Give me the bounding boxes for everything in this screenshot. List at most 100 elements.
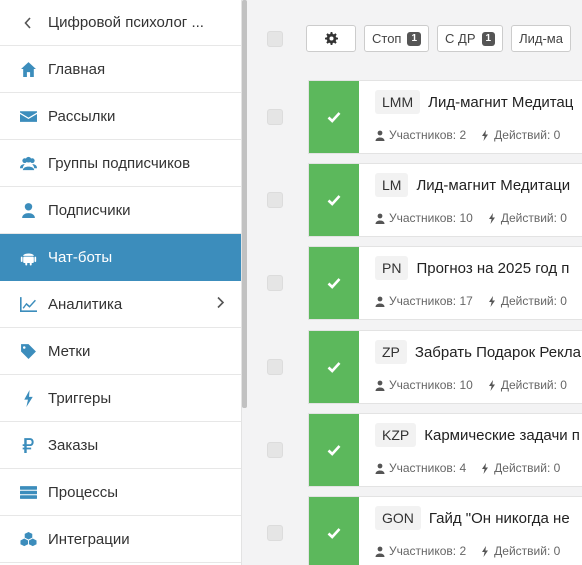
- chatbot-name[interactable]: Лид-магнит Медитаци: [416, 177, 570, 194]
- sidebar-back-link[interactable]: Цифровой психолог ...: [0, 0, 241, 46]
- bolt-icon: [488, 212, 495, 224]
- user-icon: [375, 296, 385, 307]
- chatbot-card[interactable]: ZP Забрать Подарок Рекла Участников: 10 …: [308, 330, 582, 404]
- filter-dr-button[interactable]: С ДР 1: [437, 25, 504, 52]
- check-icon: [327, 445, 341, 456]
- filter-stop-count: 1: [407, 31, 422, 46]
- row-checkbox[interactable]: [267, 275, 283, 291]
- row-checkbox[interactable]: [267, 525, 283, 541]
- check-icon: [327, 112, 341, 123]
- filter-dr-count: 1: [481, 31, 496, 46]
- sidebar-item-label: Процессы: [48, 483, 119, 501]
- participants-text: Участников: 2: [389, 544, 467, 558]
- chatbot-name[interactable]: Прогноз на 2025 год п: [416, 260, 569, 277]
- chatbot-title: ZP Забрать Подарок Рекла: [375, 340, 581, 364]
- chatbot-stats: Участников: 10 Действий: 0: [375, 211, 581, 225]
- chevron-left-icon: [18, 16, 38, 29]
- user-icon: [375, 380, 385, 391]
- sidebar-item-label: Аналитика: [48, 295, 123, 313]
- sidebar-item-triggers[interactable]: Триггеры: [0, 375, 241, 422]
- chatbot-code: GON: [375, 506, 421, 530]
- sidebar-item-label: Главная: [48, 60, 106, 78]
- list-item: GON Гайд "Он никогда не Участников: 2 Де…: [248, 496, 582, 565]
- row-checkbox[interactable]: [267, 359, 283, 375]
- sidebar-scrollbar[interactable]: [242, 0, 247, 408]
- sidebar-item-label: Подписчики: [48, 201, 131, 219]
- row-checkbox[interactable]: [267, 192, 283, 208]
- row-checkbox[interactable]: [267, 109, 283, 125]
- status-toggle[interactable]: [309, 164, 359, 236]
- sidebar-item-label: Группы подписчиков: [48, 154, 191, 172]
- sidebar-item-label: Чат-боты: [48, 248, 113, 266]
- participants-count: Участников: 17: [375, 294, 473, 308]
- sidebar-item-chatbots[interactable]: Чат-боты: [0, 234, 241, 281]
- row-checkbox[interactable]: [267, 442, 283, 458]
- chatbot-title: PN Прогноз на 2025 год п: [375, 256, 569, 280]
- actions-text: Действий: 0: [494, 128, 561, 142]
- actions-count: Действий: 0: [480, 128, 560, 142]
- chatbot-code: KZP: [375, 423, 417, 447]
- filter-lead-magnet-button[interactable]: Лид-ма: [511, 25, 571, 52]
- chatbot-card[interactable]: GON Гайд "Он никогда не Участников: 2 Де…: [308, 496, 582, 565]
- participants-count: Участников: 4: [375, 461, 466, 475]
- actions-count: Действий: 0: [487, 294, 567, 308]
- filter-stop-button[interactable]: Стоп 1: [364, 25, 430, 52]
- sidebar-item-analytics[interactable]: Аналитика: [0, 281, 241, 328]
- chatbot-code: LMM: [375, 90, 421, 114]
- server-icon: [18, 482, 38, 502]
- chatbot-name[interactable]: Лид-магнит Медитац: [428, 94, 573, 111]
- chatbot-card[interactable]: KZP Кармические задачи п Участников: 4 Д…: [308, 413, 582, 487]
- status-toggle[interactable]: [309, 247, 359, 319]
- user-icon: [375, 463, 385, 474]
- sidebar-item-integrations[interactable]: Интеграции: [0, 516, 241, 563]
- sidebar-item-subscribers[interactable]: Подписчики: [0, 187, 241, 234]
- actions-text: Действий: 0: [494, 544, 561, 558]
- chatbot-card[interactable]: LM Лид-магнит Медитаци Участников: 10 Де…: [308, 163, 582, 237]
- select-all-checkbox[interactable]: [267, 30, 283, 47]
- sidebar-item-tags[interactable]: Метки: [0, 328, 241, 375]
- android-icon: [18, 247, 38, 267]
- status-toggle[interactable]: [309, 414, 359, 486]
- check-icon: [327, 528, 341, 539]
- chatbot-stats: Участников: 2 Действий: 0: [375, 544, 574, 558]
- sidebar-item-mailings[interactable]: Рассылки: [0, 93, 241, 140]
- actions-count: Действий: 0: [480, 461, 560, 475]
- user-icon: [375, 546, 385, 557]
- actions-text: Действий: 0: [500, 211, 567, 225]
- settings-button[interactable]: [306, 25, 356, 52]
- actions-text: Действий: 0: [500, 294, 567, 308]
- home-icon: [18, 59, 38, 79]
- status-toggle[interactable]: [309, 331, 359, 403]
- bolt-icon: [482, 129, 489, 141]
- chatbot-stats: Участников: 17 Действий: 0: [375, 294, 581, 308]
- cubes-icon: [18, 529, 38, 549]
- status-toggle[interactable]: [309, 81, 359, 153]
- actions-text: Действий: 0: [500, 378, 567, 392]
- sidebar: Цифровой психолог ... Главная Рассылки Г…: [0, 0, 242, 565]
- participants-text: Участников: 17: [389, 294, 473, 308]
- check-icon: [327, 195, 341, 206]
- actions-count: Действий: 0: [487, 211, 567, 225]
- sidebar-item-orders[interactable]: Заказы: [0, 422, 241, 469]
- actions-text: Действий: 0: [494, 461, 561, 475]
- sidebar-item-subscriber-groups[interactable]: Группы подписчиков: [0, 140, 241, 187]
- list-item: ZP Забрать Подарок Рекла Участников: 10 …: [248, 330, 582, 404]
- chatbot-name[interactable]: Гайд "Он никогда не: [429, 510, 570, 527]
- chatbot-name[interactable]: Кармические задачи п: [424, 427, 580, 444]
- participants-text: Участников: 2: [389, 128, 467, 142]
- chatbot-name[interactable]: Забрать Подарок Рекла: [415, 344, 581, 361]
- check-icon: [327, 278, 341, 289]
- users-icon: [18, 153, 38, 173]
- chatbot-list: Стоп 1 С ДР 1 Лид-ма LMM Лид-магнит Меди…: [248, 0, 582, 565]
- participants-count: Участников: 2: [375, 544, 466, 558]
- bolt-icon: [482, 545, 489, 557]
- chatbot-card[interactable]: PN Прогноз на 2025 год п Участников: 17 …: [308, 246, 582, 320]
- chatbot-card[interactable]: LMM Лид-магнит Медитац Участников: 2 Дей…: [308, 80, 582, 154]
- status-toggle[interactable]: [309, 497, 359, 565]
- sidebar-item-processes[interactable]: Процессы: [0, 469, 241, 516]
- participants-text: Участников: 10: [389, 378, 473, 392]
- project-title: Цифровой психолог ...: [48, 14, 204, 31]
- list-toolbar: Стоп 1 С ДР 1 Лид-ма: [248, 25, 579, 52]
- sidebar-item-home[interactable]: Главная: [0, 46, 241, 93]
- tag-icon: [18, 341, 38, 361]
